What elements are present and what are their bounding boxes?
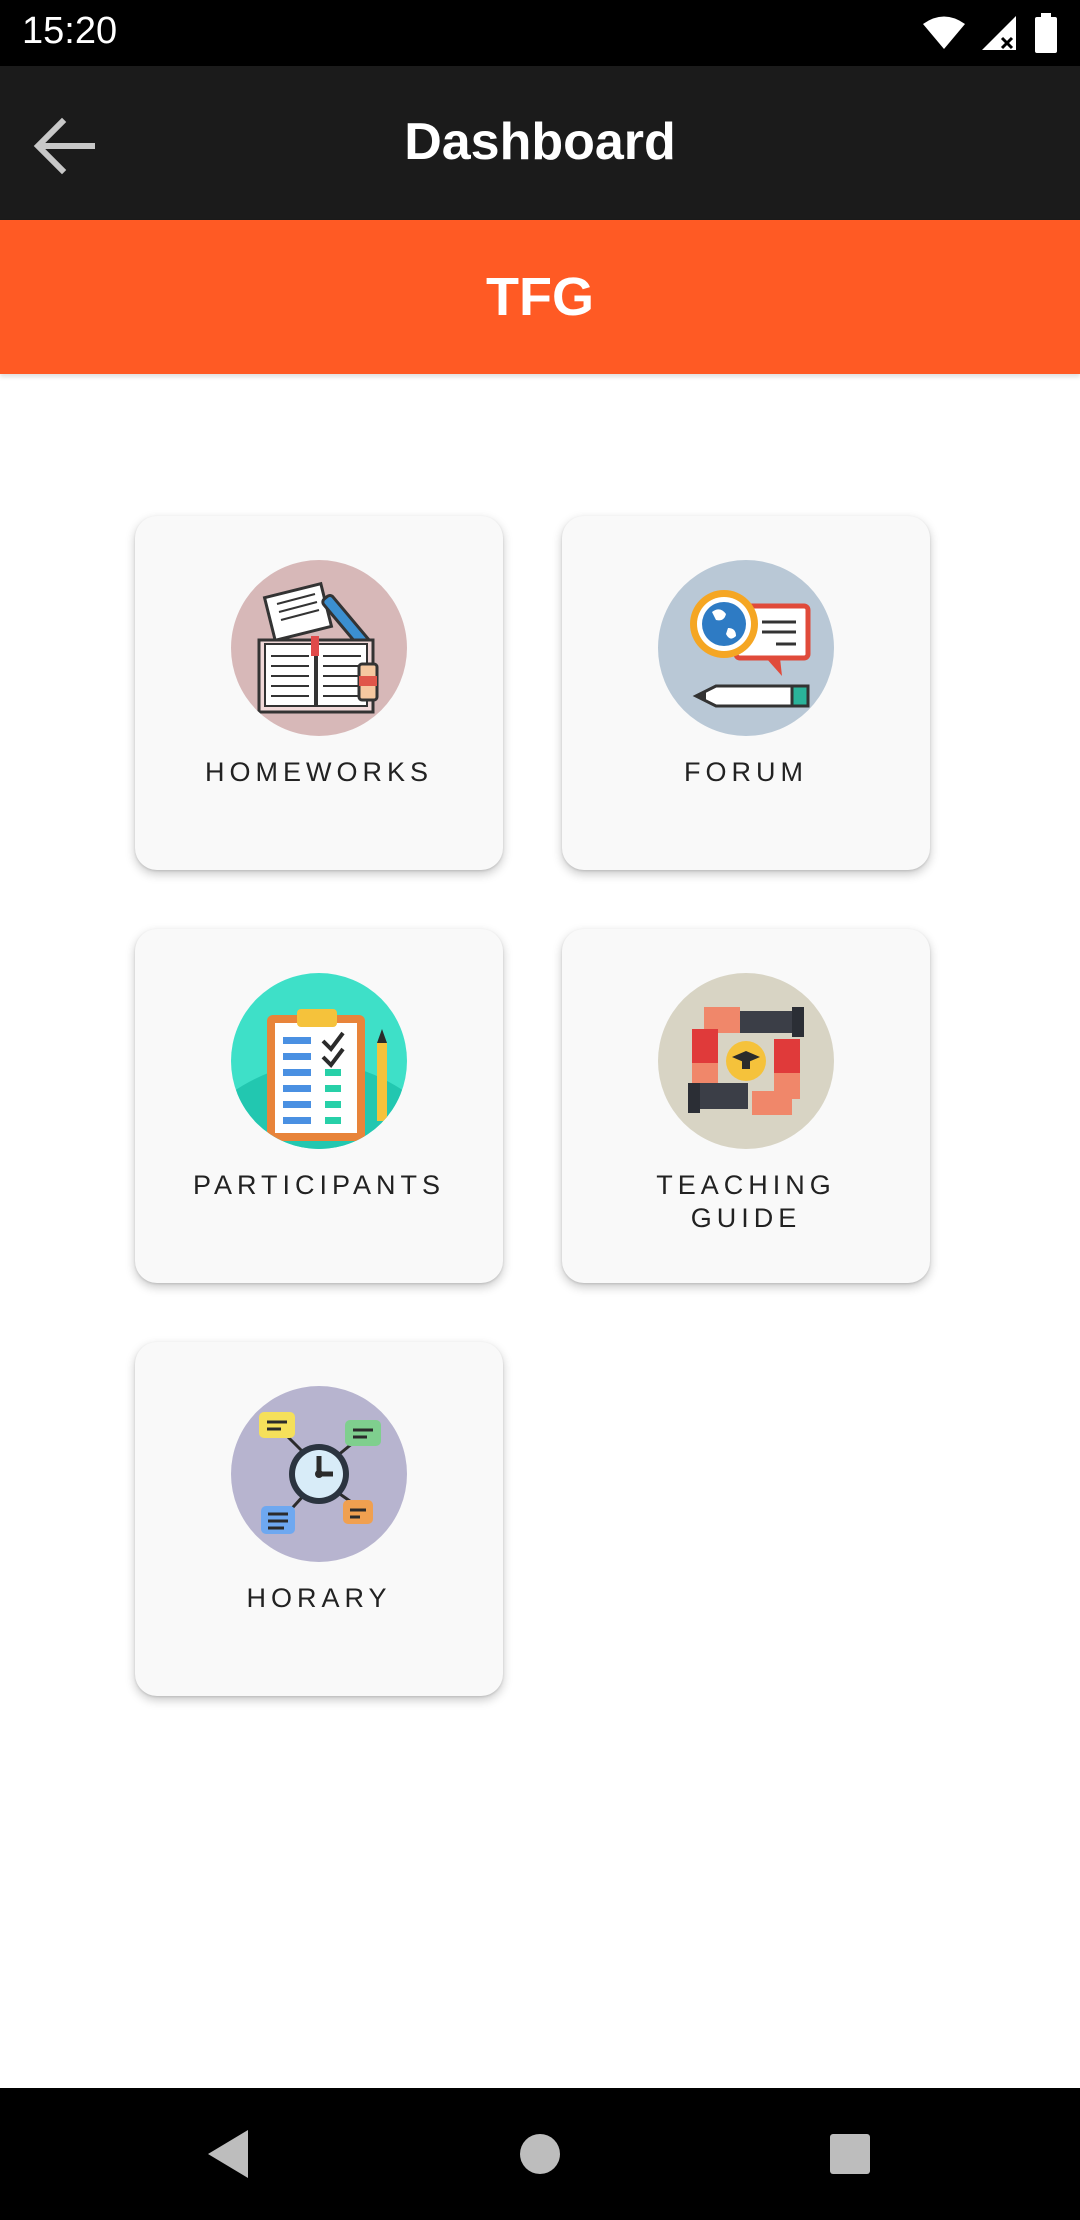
homework-book-icon: [231, 560, 407, 736]
participants-clipboard-icon: [231, 973, 407, 1149]
square-recents-icon: [830, 2134, 870, 2174]
card-label: TEACHING GUIDE: [656, 1170, 836, 1233]
app-bar: Dashboard: [0, 66, 1080, 220]
nav-back-button[interactable]: [188, 2114, 268, 2194]
signal-icon: [982, 16, 1016, 50]
card-label: HOMEWORKS: [204, 757, 433, 787]
course-title: TFG: [486, 267, 594, 327]
status-bar: 15:20: [0, 0, 1080, 66]
card-label: HORARY: [246, 1583, 392, 1613]
circle-home-icon: [520, 2134, 560, 2174]
horary-card[interactable]: HORARY: [135, 1342, 503, 1696]
card-label: PARTICIPANTS: [192, 1170, 446, 1200]
status-time: 15:20: [22, 10, 118, 52]
horary-clock-icon: [231, 1386, 407, 1562]
status-icons: [922, 12, 1058, 54]
course-banner: TFG: [0, 220, 1080, 374]
forum-globe-chat-icon: [658, 560, 834, 736]
triangle-back-icon: [208, 2130, 248, 2178]
system-nav-bar: [0, 2088, 1080, 2220]
forum-card[interactable]: FORUM: [562, 516, 930, 870]
teaching-guide-card[interactable]: TEACHING GUIDE: [562, 929, 930, 1283]
wifi-icon: [923, 16, 965, 49]
participants-card[interactable]: PARTICIPANTS: [135, 929, 503, 1283]
teaching-guide-hands-icon: [658, 973, 834, 1149]
homeworks-card[interactable]: HOMEWORKS: [135, 516, 503, 870]
battery-icon: [1035, 13, 1057, 53]
nav-recents-button[interactable]: [810, 2114, 890, 2194]
nav-home-button[interactable]: [500, 2114, 580, 2194]
card-label: FORUM: [684, 757, 808, 787]
page-title: Dashboard: [404, 113, 676, 171]
